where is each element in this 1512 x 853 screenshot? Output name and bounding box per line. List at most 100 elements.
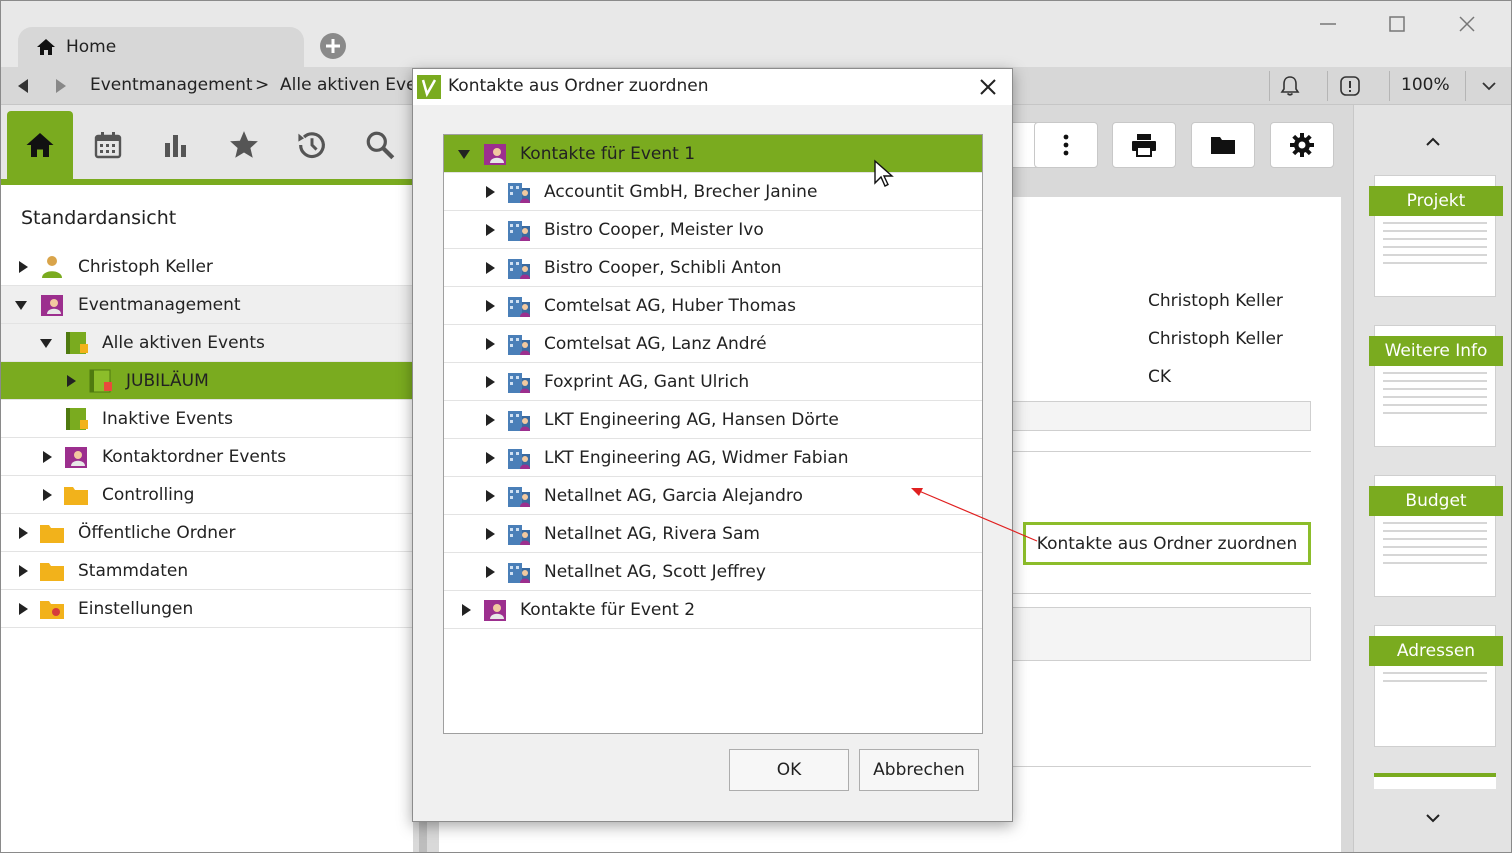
tree-item-label: Foxprint AG, Gant Ulrich bbox=[544, 372, 750, 392]
chevron-down-icon[interactable] bbox=[39, 336, 53, 350]
chevron-right-icon[interactable] bbox=[483, 413, 497, 427]
back-icon[interactable] bbox=[13, 76, 33, 96]
chevron-right-icon[interactable] bbox=[64, 374, 78, 388]
chevron-right-icon[interactable] bbox=[16, 564, 30, 578]
tree-item-inaktive-events[interactable]: Inaktive Events bbox=[1, 400, 413, 438]
tree-item-eventmanagement[interactable]: Eventmanagement bbox=[1, 286, 413, 324]
nav-home-button[interactable] bbox=[7, 111, 73, 179]
minimize-icon[interactable] bbox=[1315, 11, 1341, 37]
tree-item-label: Kontaktordner Events bbox=[102, 446, 287, 467]
thumbnail-projekt[interactable]: Projekt bbox=[1369, 175, 1503, 297]
tree-item-contact[interactable]: LKT Engineering AG, Widmer Fabian bbox=[444, 439, 982, 477]
tree-item-label: Netallnet AG, Garcia Alejandro bbox=[544, 486, 803, 506]
assign-contacts-dialog: Kontakte aus Ordner zuordnen Kontakte fü… bbox=[412, 68, 1013, 822]
chevron-right-icon[interactable] bbox=[483, 185, 497, 199]
zoom-level[interactable]: 100% bbox=[1401, 75, 1450, 95]
chevron-right-icon[interactable] bbox=[483, 337, 497, 351]
separator bbox=[1327, 71, 1328, 101]
tree-item-contact[interactable]: LKT Engineering AG, Hansen Dörte bbox=[444, 401, 982, 439]
tree-item-label: Bistro Cooper, Meister Ivo bbox=[544, 220, 764, 240]
text-field[interactable] bbox=[1011, 401, 1311, 431]
forward-icon[interactable] bbox=[51, 76, 71, 96]
chevron-right-icon[interactable] bbox=[483, 489, 497, 503]
feedback-icon[interactable] bbox=[1339, 75, 1361, 97]
tree-item-alle-aktiven-events[interactable]: Alle aktiven Events bbox=[1, 324, 413, 362]
close-icon[interactable] bbox=[978, 77, 998, 97]
maximize-icon[interactable] bbox=[1384, 11, 1410, 37]
chevron-right-icon[interactable] bbox=[483, 261, 497, 275]
breadcrumb-eventmanagement[interactable]: Eventmanagement bbox=[90, 75, 253, 95]
divider bbox=[1011, 593, 1311, 594]
chevron-right-icon[interactable] bbox=[483, 299, 497, 313]
breadcrumb-alle-aktiven-events[interactable]: Alle aktiven Even bbox=[280, 75, 427, 95]
add-tab-icon[interactable] bbox=[319, 32, 347, 60]
close-window-icon[interactable] bbox=[1454, 11, 1480, 37]
nav-favorites-button[interactable] bbox=[211, 111, 277, 179]
more-button[interactable] bbox=[1034, 122, 1098, 168]
tree-item-jubilaeum[interactable]: JUBILÄUM bbox=[1, 362, 413, 400]
tree-item-label: Comtelsat AG, Lanz André bbox=[544, 334, 767, 354]
tree-item-contact[interactable]: Netallnet AG, Rivera Sam bbox=[444, 515, 982, 553]
thumbnail-weitere-info[interactable]: Weitere Info bbox=[1369, 325, 1503, 447]
chevron-right-icon[interactable] bbox=[16, 260, 30, 274]
tree-item-contact[interactable]: Bistro Cooper, Schibli Anton bbox=[444, 249, 982, 287]
chevron-right-icon[interactable] bbox=[16, 526, 30, 540]
tab-home[interactable]: Home bbox=[18, 27, 304, 67]
tree-item-kontakte-event-1[interactable]: Kontakte für Event 1 bbox=[444, 135, 982, 173]
assign-contacts-button[interactable]: Kontakte aus Ordner zuordnen bbox=[1023, 522, 1311, 565]
scrollbar[interactable] bbox=[419, 822, 427, 852]
chevron-right-icon[interactable] bbox=[459, 603, 473, 617]
calendar-icon bbox=[94, 132, 122, 159]
chevron-down-icon[interactable] bbox=[457, 147, 471, 161]
tree-item-stammdaten[interactable]: Stammdaten bbox=[1, 552, 413, 590]
cancel-button[interactable]: Abbrechen bbox=[859, 749, 979, 791]
tree-item-controlling[interactable]: Controlling bbox=[1, 476, 413, 514]
chevron-down-icon[interactable] bbox=[1424, 809, 1442, 827]
tree-item-christoph-keller[interactable]: Christoph Keller bbox=[1, 248, 413, 286]
tree-item-kontakte-event-2[interactable]: Kontakte für Event 2 bbox=[444, 591, 982, 629]
folder-button[interactable] bbox=[1191, 122, 1255, 168]
tree-item-kontaktordner-events[interactable]: Kontaktordner Events bbox=[1, 438, 413, 476]
ok-button[interactable]: OK bbox=[729, 749, 849, 791]
chevron-right-icon[interactable] bbox=[16, 602, 30, 616]
navigation-iconbar bbox=[1, 105, 413, 185]
print-button[interactable] bbox=[1112, 122, 1176, 168]
tree-item-contact[interactable]: Netallnet AG, Garcia Alejandro bbox=[444, 477, 982, 515]
chevron-right-icon[interactable] bbox=[40, 450, 54, 464]
tree-item-label: Kontakte für Event 2 bbox=[520, 600, 696, 620]
chevron-down-icon[interactable] bbox=[14, 298, 28, 312]
thumbnail-budget[interactable]: Budget bbox=[1369, 475, 1503, 597]
chevron-up-icon[interactable] bbox=[1424, 133, 1442, 151]
nav-calendar-button[interactable] bbox=[75, 111, 141, 179]
chevron-right-icon[interactable] bbox=[483, 527, 497, 541]
nav-history-button[interactable] bbox=[279, 111, 345, 179]
tree-item-contact[interactable]: Comtelsat AG, Huber Thomas bbox=[444, 287, 982, 325]
bell-icon[interactable] bbox=[1279, 75, 1301, 97]
assign-contacts-label: Kontakte aus Ordner zuordnen bbox=[1036, 533, 1298, 554]
tree-item-contact[interactable]: Bistro Cooper, Meister Ivo bbox=[444, 211, 982, 249]
tree-item-einstellungen[interactable]: Einstellungen bbox=[1, 590, 413, 628]
chevron-right-icon[interactable] bbox=[483, 451, 497, 465]
tree-item-label: Einstellungen bbox=[78, 598, 194, 619]
thumbnail-adressen[interactable]: Adressen bbox=[1369, 625, 1503, 747]
chevron-right-icon[interactable] bbox=[483, 565, 497, 579]
nav-statistics-button[interactable] bbox=[143, 111, 209, 179]
text-area[interactable] bbox=[1011, 607, 1311, 661]
thumbnail-panel: Projekt Weitere Info Budget Adressen bbox=[1353, 105, 1511, 852]
tree-item-contact[interactable]: Comtelsat AG, Lanz André bbox=[444, 325, 982, 363]
home-icon bbox=[26, 133, 54, 157]
chevron-right-icon[interactable] bbox=[483, 375, 497, 389]
tree-item-contact[interactable]: Accountit GmbH, Brecher Janine bbox=[444, 173, 982, 211]
tree-item-contact[interactable]: Foxprint AG, Gant Ulrich bbox=[444, 363, 982, 401]
print-icon bbox=[1132, 134, 1156, 157]
chevron-down-icon[interactable] bbox=[1480, 77, 1498, 95]
breadcrumb-separator: > bbox=[255, 75, 270, 95]
tree-item-contact[interactable]: Netallnet AG, Scott Jeffrey bbox=[444, 553, 982, 591]
settings-button[interactable] bbox=[1270, 122, 1334, 168]
chevron-right-icon[interactable] bbox=[40, 488, 54, 502]
contact-folder-icon bbox=[65, 446, 87, 468]
tree-item-oeffentliche-ordner[interactable]: Öffentliche Ordner bbox=[1, 514, 413, 552]
nav-search-button[interactable] bbox=[347, 111, 413, 179]
chevron-right-icon[interactable] bbox=[483, 223, 497, 237]
info-value: Christoph Keller bbox=[1148, 329, 1283, 349]
